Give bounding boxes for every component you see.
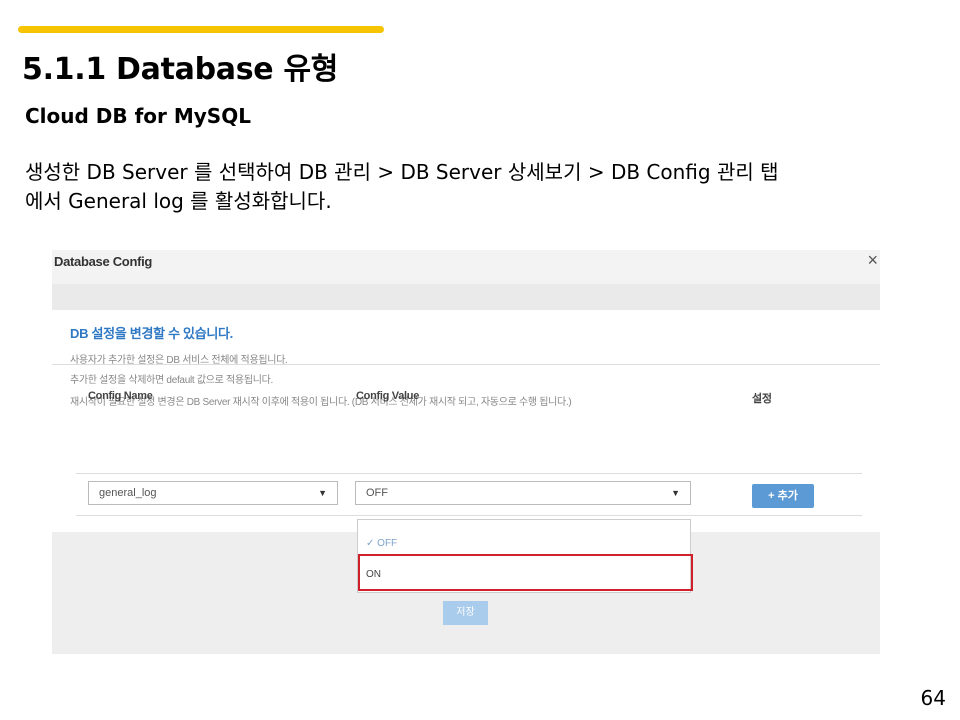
option-label: OFF: [377, 538, 398, 549]
dialog-header: Database Config ×: [52, 250, 880, 284]
page-number: 64: [920, 686, 946, 710]
check-icon: ✓: [366, 538, 378, 549]
chevron-down-icon: ▼: [671, 488, 680, 498]
title-accent-bar: [18, 26, 384, 33]
instruction-line: 에서 General log 를 활성화합니다.: [25, 189, 332, 213]
database-config-dialog: Database Config × DB 설정을 변경할 수 있습니다. 사용자…: [52, 250, 880, 654]
add-button[interactable]: + 추가: [752, 484, 814, 508]
table-header-divider: [76, 473, 862, 474]
dialog-title: Database Config: [54, 254, 153, 269]
config-value-select[interactable]: OFF ▼: [355, 481, 691, 505]
instruction-text: 생성한 DB Server 를 선택하여 DB 관리 > DB Server 상…: [25, 158, 940, 216]
page-title: 5.1.1 Database 유형: [22, 52, 339, 87]
column-header-settings: 설정: [752, 393, 772, 405]
highlight-box: [358, 554, 693, 591]
dialog-header-strip: [52, 284, 880, 310]
save-button[interactable]: 저장: [443, 601, 488, 625]
instruction-line: 생성한 DB Server 를 선택하여 DB 관리 > DB Server 상…: [25, 160, 779, 184]
dropdown-option-off[interactable]: ✓ OFF: [358, 538, 690, 549]
section-subtitle: Cloud DB for MySQL: [25, 104, 251, 128]
column-header-config-name: Config Name: [88, 390, 153, 402]
config-name-select[interactable]: general_log ▼: [88, 481, 338, 505]
table-row-divider: [76, 515, 862, 516]
config-value-value: OFF: [366, 487, 388, 499]
close-icon[interactable]: ×: [867, 250, 878, 271]
column-header-config-value: Config Value: [356, 390, 420, 402]
notice-line: 추가한 설정을 삭제하면 default 값으로 적용됩니다.: [70, 375, 273, 386]
table-divider: [52, 364, 880, 365]
chevron-down-icon: ▼: [318, 488, 327, 498]
config-name-value: general_log: [99, 487, 157, 499]
notice-title: DB 설정을 변경할 수 있습니다.: [70, 326, 233, 341]
